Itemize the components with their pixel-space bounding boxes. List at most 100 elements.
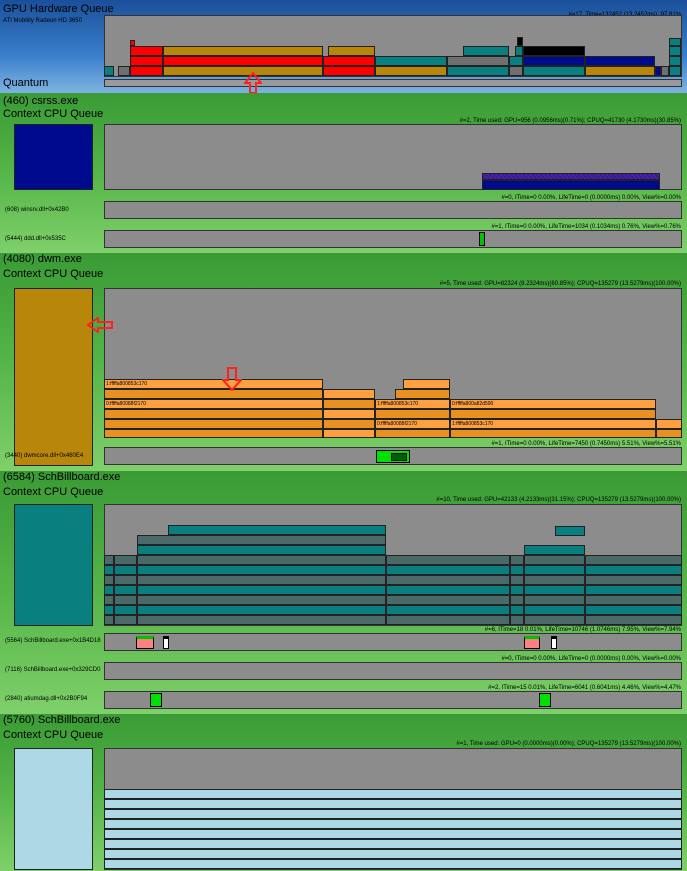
thread-lane[interactable] <box>104 201 682 219</box>
gpu-block[interactable] <box>509 66 523 76</box>
gpu-block[interactable] <box>585 56 655 66</box>
cpu-queue-block[interactable] <box>323 399 375 409</box>
cpu-queue-block[interactable] <box>104 615 114 625</box>
gpu-block[interactable] <box>163 46 323 56</box>
cpu-queue-block[interactable] <box>104 419 323 429</box>
gpu-block[interactable] <box>523 46 585 56</box>
cpu-queue-block[interactable] <box>114 565 137 575</box>
cpu-queue-block[interactable] <box>104 409 323 419</box>
gpu-block[interactable] <box>375 56 447 66</box>
cpu-queue-block[interactable] <box>510 575 524 585</box>
cpu-queue-block[interactable] <box>114 585 137 595</box>
gpu-block[interactable] <box>130 66 163 76</box>
cpu-queue-block[interactable] <box>524 575 585 585</box>
cpu-queue-block[interactable] <box>585 615 682 625</box>
cpu-queue-block[interactable] <box>104 789 682 799</box>
gpu-block[interactable] <box>104 66 114 76</box>
cpu-queue-block[interactable] <box>555 526 585 536</box>
cpu-queue-block[interactable] <box>395 389 450 399</box>
cpu-queue-block[interactable] <box>524 615 585 625</box>
cpu-queue-block[interactable] <box>137 545 386 555</box>
cpu-queue-block[interactable] <box>114 555 137 565</box>
thread-event-marker[interactable] <box>524 636 540 649</box>
thread-event-marker[interactable] <box>136 636 154 649</box>
cpu-queue-block[interactable] <box>104 585 114 595</box>
gpu-block[interactable] <box>517 37 523 46</box>
cpu-queue-block[interactable] <box>323 409 375 419</box>
cpu-queue-block[interactable] <box>450 409 656 419</box>
gpu-block[interactable] <box>509 56 523 66</box>
gpu-block[interactable] <box>523 56 585 66</box>
cpu-queue-block[interactable] <box>104 819 682 829</box>
cpu-queue-block[interactable] <box>524 565 585 575</box>
cpu-queue-block[interactable] <box>510 605 524 615</box>
cpu-queue-block[interactable] <box>114 605 137 615</box>
cpu-queue-block[interactable] <box>386 605 510 615</box>
cpu-queue-block[interactable] <box>137 565 386 575</box>
cpu-queue-block[interactable] <box>375 409 450 419</box>
gpu-block[interactable] <box>118 66 130 76</box>
cpu-queue-block[interactable] <box>168 525 386 535</box>
cpu-queue-block[interactable] <box>137 615 386 625</box>
gpu-block[interactable] <box>323 56 375 66</box>
cpu-queue-block[interactable] <box>482 180 660 190</box>
cpu-queue-block[interactable] <box>386 555 510 565</box>
cpu-queue-block[interactable] <box>386 565 510 575</box>
cpu-queue-block[interactable] <box>104 575 114 585</box>
cpu-queue-block[interactable] <box>104 555 114 565</box>
cpu-queue-block[interactable] <box>386 585 510 595</box>
gpu-block[interactable] <box>130 46 163 56</box>
thread-lane[interactable] <box>104 230 682 248</box>
thread-event-marker[interactable] <box>376 450 410 463</box>
cpu-queue-block[interactable] <box>104 565 114 575</box>
cpu-queue-block[interactable] <box>510 565 524 575</box>
cpu-queue-block[interactable] <box>585 585 682 595</box>
quantum-lane[interactable] <box>104 79 682 87</box>
cpu-queue-block[interactable] <box>524 605 585 615</box>
cpu-queue-block[interactable] <box>510 555 524 565</box>
cpu-queue-block[interactable] <box>104 859 682 869</box>
gpu-block[interactable] <box>585 66 655 76</box>
thread-event-marker[interactable] <box>479 232 485 246</box>
gpu-block[interactable] <box>130 40 135 46</box>
cpu-queue-block[interactable] <box>323 389 375 399</box>
cpu-queue-block[interactable] <box>510 595 524 605</box>
cpu-queue-block[interactable] <box>104 839 682 849</box>
cpu-queue-block[interactable] <box>403 379 450 389</box>
cpu-queue-block[interactable] <box>323 419 375 429</box>
cpu-queue-block[interactable] <box>656 429 682 438</box>
gpu-block[interactable] <box>323 66 375 76</box>
gpu-block[interactable] <box>163 56 323 66</box>
thread-lane[interactable] <box>104 633 682 651</box>
gpu-block[interactable] <box>447 56 509 66</box>
cpu-queue-block[interactable] <box>482 173 660 180</box>
cpu-queue-block[interactable] <box>524 555 585 565</box>
cpu-queue-block[interactable] <box>386 615 510 625</box>
cpu-queue-block[interactable] <box>137 605 386 615</box>
gpu-block[interactable] <box>328 46 375 56</box>
cpu-queue-block[interactable] <box>585 565 682 575</box>
cpu-queue-block[interactable] <box>585 575 682 585</box>
thread-event-marker[interactable] <box>551 636 557 649</box>
cpu-queue-block[interactable] <box>524 545 585 555</box>
cpu-queue-block[interactable] <box>137 575 386 585</box>
cpu-queue-block[interactable] <box>524 585 585 595</box>
cpu-queue-block[interactable] <box>524 595 585 605</box>
cpu-queue-block[interactable] <box>137 535 386 545</box>
cpu-queue-block[interactable] <box>104 829 682 839</box>
cpu-queue-block[interactable] <box>104 849 682 859</box>
gpu-block[interactable] <box>661 66 669 76</box>
cpu-queue-block[interactable] <box>114 595 137 605</box>
cpu-queue-block[interactable] <box>104 605 114 615</box>
cpu-queue-block[interactable] <box>375 429 450 438</box>
cpu-queue-block[interactable] <box>585 605 682 615</box>
thread-lane[interactable] <box>104 662 682 680</box>
gpu-block[interactable] <box>669 56 681 66</box>
thread-lane[interactable] <box>104 691 682 709</box>
cpu-queue-block[interactable] <box>510 585 524 595</box>
cpu-queue-block[interactable] <box>104 809 682 819</box>
cpu-queue-block[interactable] <box>323 429 375 438</box>
gpu-block[interactable] <box>515 46 523 56</box>
cpu-queue-block[interactable] <box>585 595 682 605</box>
gpu-block[interactable] <box>669 38 681 46</box>
